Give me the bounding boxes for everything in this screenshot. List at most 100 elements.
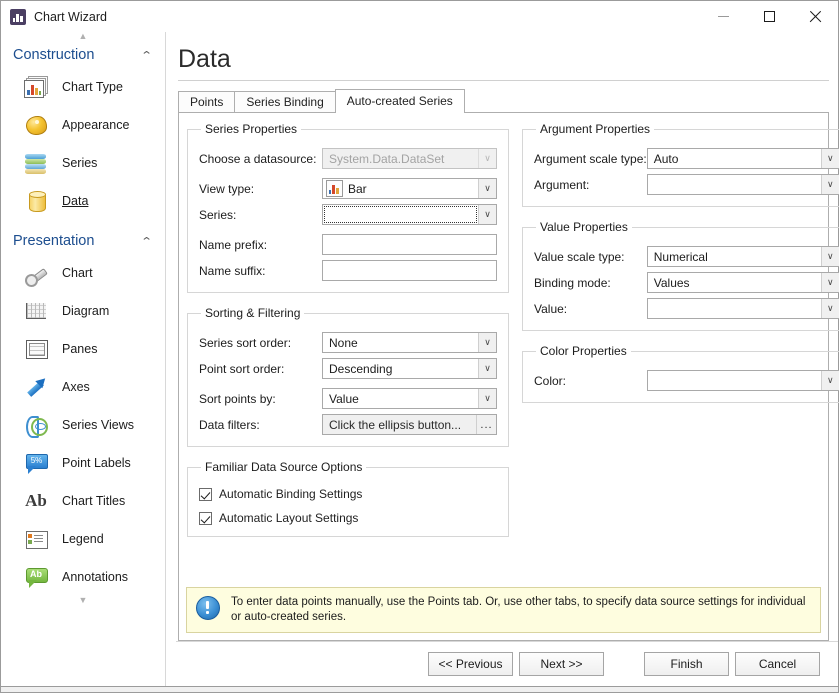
sorting-filtering-legend: Sorting & Filtering: [201, 306, 304, 320]
color-label: Color:: [534, 374, 566, 388]
chevron-down-icon[interactable]: ∨: [478, 179, 496, 198]
datasource-value: System.Data.DataSet: [323, 152, 478, 166]
point-sort-order-value: Descending: [323, 362, 478, 376]
annotations-icon: Ab: [23, 564, 49, 590]
sidebar-item-series-views[interactable]: Series Views: [1, 406, 165, 444]
name-prefix-input[interactable]: [322, 234, 497, 255]
data-filters-field[interactable]: Click the ellipsis button... ...: [322, 414, 497, 435]
title-divider: [178, 80, 829, 81]
automatic-layout-settings-row[interactable]: Automatic Layout Settings: [199, 511, 497, 525]
sidebar-item-annotations[interactable]: Ab Annotations: [1, 558, 165, 596]
value-scale-type-combobox[interactable]: Numerical ∨: [647, 246, 839, 267]
minimize-button[interactable]: [700, 1, 746, 32]
chevron-down-icon[interactable]: ∨: [478, 205, 496, 224]
data-icon: [23, 188, 49, 214]
next-button[interactable]: Next >>: [519, 652, 604, 676]
chevron-down-icon: ∨: [478, 149, 496, 168]
argument-scale-type-combobox[interactable]: Auto ∨: [647, 148, 839, 169]
automatic-binding-settings-checkbox[interactable]: [199, 488, 212, 501]
chevron-down-icon[interactable]: ∨: [821, 247, 839, 266]
sidebar-item-point-labels[interactable]: 5% Point Labels: [1, 444, 165, 482]
sidebar-group-presentation[interactable]: Presentation ⌃: [1, 228, 165, 254]
series-properties-legend: Series Properties: [201, 122, 301, 136]
cancel-button[interactable]: Cancel: [735, 652, 820, 676]
name-suffix-input[interactable]: [322, 260, 497, 281]
sidebar-item-data[interactable]: Data: [1, 182, 165, 220]
info-bar: To enter data points manually, use the P…: [186, 587, 821, 633]
chevron-down-icon[interactable]: ∨: [478, 359, 496, 378]
binding-mode-combobox[interactable]: Values ∨: [647, 272, 839, 293]
name-suffix-row: Name suffix:: [199, 260, 497, 281]
sidebar-item-panes[interactable]: Panes: [1, 330, 165, 368]
navigation-sidebar[interactable]: ▲ Construction ⌃ Chart Type Appearance: [1, 32, 166, 686]
sidebar-item-legend[interactable]: Legend: [1, 520, 165, 558]
tab-auto-created-series[interactable]: Auto-created Series: [335, 89, 465, 113]
sidebar-item-chart-titles[interactable]: Ab Chart Titles: [1, 482, 165, 520]
chevron-down-icon[interactable]: ∨: [821, 299, 839, 318]
chevron-down-icon[interactable]: ∨: [478, 333, 496, 352]
color-row: Color: ∨: [534, 370, 839, 391]
argument-scale-type-label: Argument scale type:: [534, 152, 647, 166]
chart-titles-icon: Ab: [23, 488, 49, 514]
point-sort-order-combobox[interactable]: Descending ∨: [322, 358, 497, 379]
series-sort-order-label: Series sort order:: [199, 336, 291, 350]
maximize-button[interactable]: [746, 1, 792, 32]
bar-chart-icon: [326, 180, 343, 197]
chart-icon: [23, 260, 49, 286]
binding-mode-row: Binding mode: Values ∨: [534, 272, 839, 293]
sidebar-group-presentation-label: Presentation: [13, 233, 94, 249]
sort-points-by-combobox[interactable]: Value ∨: [322, 388, 497, 409]
point-sort-order-row: Point sort order: Descending ∨: [199, 358, 497, 379]
series-sort-order-row: Series sort order: None ∨: [199, 332, 497, 353]
sort-points-by-row: Sort points by: Value ∨: [199, 388, 497, 409]
chevron-down-icon[interactable]: ∨: [821, 371, 839, 390]
window-body: ▲ Construction ⌃ Chart Type Appearance: [1, 32, 838, 686]
sidebar-item-appearance[interactable]: Appearance: [1, 106, 165, 144]
legend-icon: [23, 526, 49, 552]
finish-button[interactable]: Finish: [644, 652, 729, 676]
argument-properties-group: Argument Properties Argument scale type:…: [522, 122, 839, 207]
sidebar-item-axes[interactable]: Axes: [1, 368, 165, 406]
sidebar-item-label: Series: [62, 156, 97, 170]
value-scale-type-value: Numerical: [648, 250, 821, 264]
sidebar-group-construction[interactable]: Construction ⌃: [1, 42, 165, 68]
series-views-icon: [23, 412, 49, 438]
status-bar: [1, 686, 838, 692]
close-button[interactable]: [792, 1, 838, 32]
view-type-row: View type: Bar ∨: [199, 178, 497, 199]
sidebar-item-chart-type[interactable]: Chart Type: [1, 68, 165, 106]
sidebar-item-label: Chart Titles: [62, 494, 125, 508]
tab-strip: Points Series Binding Auto-created Serie…: [178, 89, 838, 112]
color-properties-group: Color Properties Color: ∨: [522, 344, 839, 403]
automatic-binding-settings-row[interactable]: Automatic Binding Settings: [199, 487, 497, 501]
sidebar-item-series[interactable]: Series: [1, 144, 165, 182]
series-combobox[interactable]: ∨: [322, 204, 497, 225]
ellipsis-button[interactable]: ...: [476, 415, 496, 434]
automatic-layout-settings-checkbox[interactable]: [199, 512, 212, 525]
tab-series-binding[interactable]: Series Binding: [234, 91, 335, 112]
view-type-combobox[interactable]: Bar ∨: [322, 178, 497, 199]
sidebar-item-diagram[interactable]: Diagram: [1, 292, 165, 330]
series-sort-order-combobox[interactable]: None ∨: [322, 332, 497, 353]
value-combobox[interactable]: ∨: [647, 298, 839, 319]
color-combobox[interactable]: ∨: [647, 370, 839, 391]
sidebar-item-label: Data: [62, 194, 88, 208]
series-sort-order-value: None: [323, 336, 478, 350]
chevron-down-icon[interactable]: ∨: [821, 149, 839, 168]
page-title: Data: [178, 44, 838, 74]
sidebar-item-label: Chart Type: [62, 80, 123, 94]
chevron-down-icon[interactable]: ∨: [478, 389, 496, 408]
sidebar-scroll-down-icon[interactable]: ▼: [1, 596, 165, 606]
argument-combobox[interactable]: ∨: [647, 174, 839, 195]
tab-points[interactable]: Points: [178, 91, 235, 112]
previous-button[interactable]: << Previous: [428, 652, 513, 676]
chevron-down-icon[interactable]: ∨: [821, 273, 839, 292]
chart-type-icon: [23, 74, 49, 100]
sidebar-item-label: Axes: [62, 380, 90, 394]
sidebar-item-chart[interactable]: Chart: [1, 254, 165, 292]
argument-row: Argument: ∨: [534, 174, 839, 195]
sidebar-group-construction-label: Construction: [13, 47, 94, 63]
chevron-down-icon[interactable]: ∨: [821, 175, 839, 194]
automatic-binding-settings-label: Automatic Binding Settings: [219, 487, 362, 501]
sidebar-scroll-up-icon[interactable]: ▲: [1, 32, 165, 42]
